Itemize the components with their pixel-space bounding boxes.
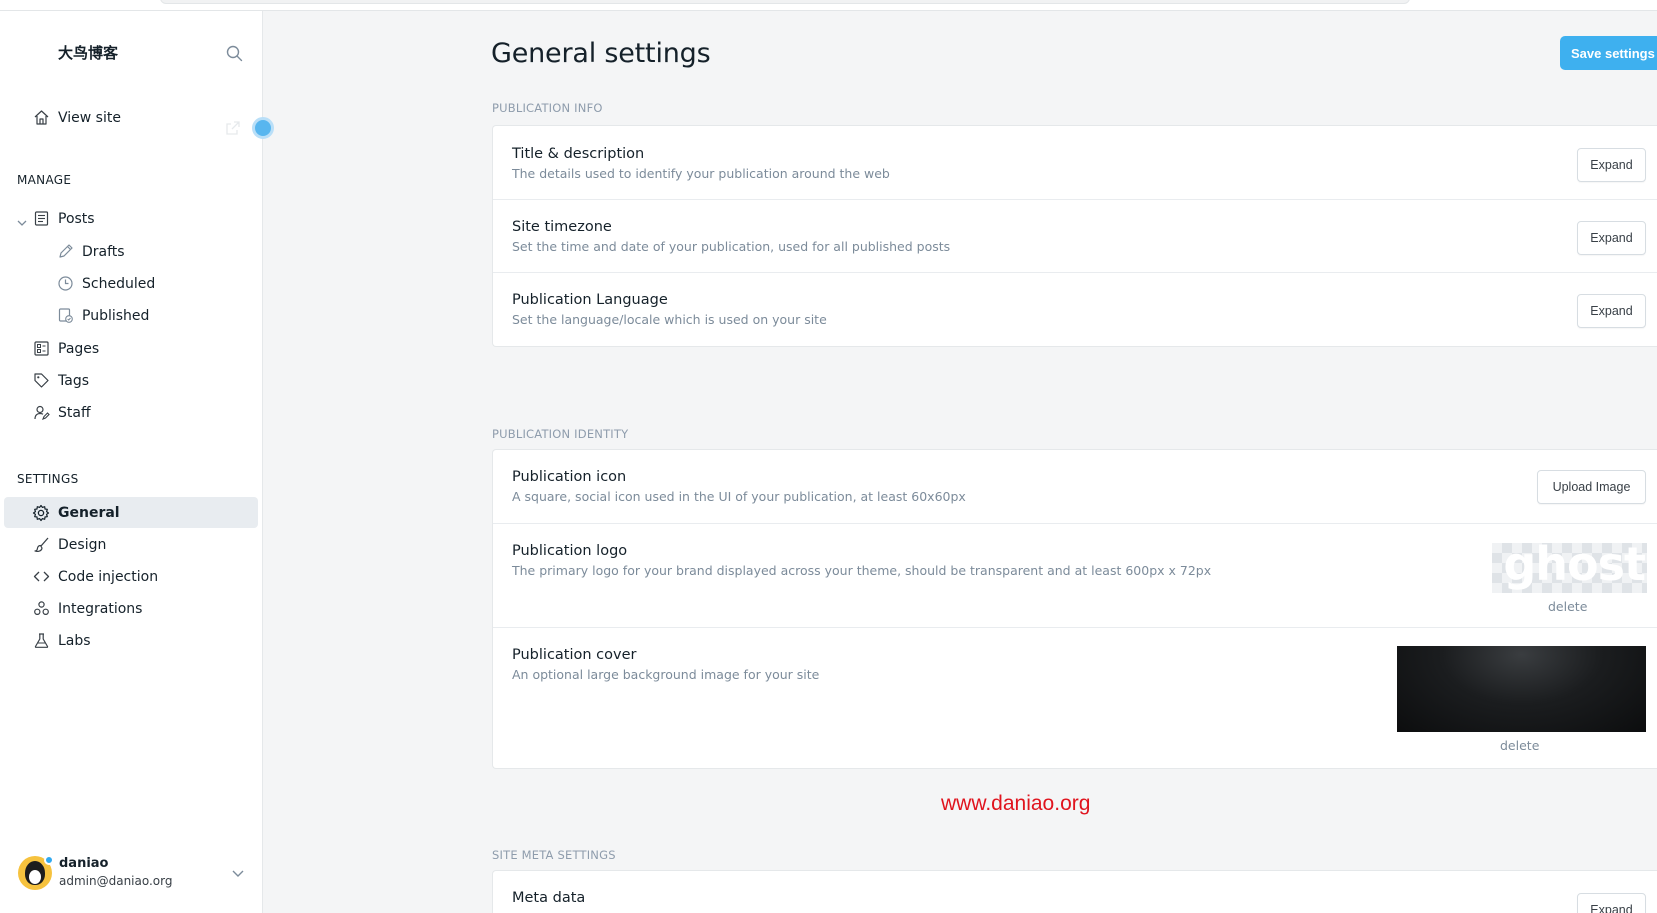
sidebar-item-drafts[interactable]: Drafts xyxy=(54,236,258,267)
notification-pulse-dot[interactable] xyxy=(252,117,274,139)
setting-title: Publication Language xyxy=(512,292,668,308)
browser-top-strip xyxy=(0,0,1657,11)
sidebar-item-general[interactable]: General xyxy=(4,497,258,528)
sidebar-item-label: Design xyxy=(58,536,107,553)
sidebar-item-label: Integrations xyxy=(58,600,143,617)
sidebar-item-label: Tags xyxy=(58,372,89,389)
sidebar-item-pages[interactable]: Pages xyxy=(30,333,250,364)
setting-row-title-description: Title & description The details used to … xyxy=(493,126,1657,199)
page-title: General settings xyxy=(491,38,711,69)
logo-text: ghost xyxy=(1503,543,1646,591)
setting-title: Site timezone xyxy=(512,219,612,235)
chevron-down-icon[interactable] xyxy=(15,216,29,230)
sidebar-item-label: Staff xyxy=(58,404,91,421)
address-bar-edge[interactable] xyxy=(160,0,1410,4)
setting-title: Publication cover xyxy=(512,647,637,663)
group-title-site-meta: SITE META SETTINGS xyxy=(492,848,616,862)
sidebar-item-label: Posts xyxy=(58,210,95,227)
setting-description: A square, social icon used in the UI of … xyxy=(512,489,966,504)
online-status xyxy=(18,855,54,890)
expand-button[interactable]: Expand xyxy=(1577,893,1646,913)
publication-cover-image[interactable] xyxy=(1397,646,1646,732)
user-name: daniao xyxy=(59,856,109,871)
setting-row-site-timezone: Site timezone Set the time and date of y… xyxy=(493,199,1657,272)
pencil-icon xyxy=(54,241,76,263)
manage-section-label: MANAGE xyxy=(17,173,72,187)
sidebar-item-design[interactable]: Design xyxy=(30,529,250,560)
sidebar-item-scheduled[interactable]: Scheduled xyxy=(54,268,258,299)
view-site-link[interactable]: View site xyxy=(30,102,230,133)
sidebar-item-label: Scheduled xyxy=(82,275,156,292)
sidebar-item-label: Published xyxy=(82,307,150,324)
expand-button[interactable]: Expand xyxy=(1577,221,1646,255)
group-title-publication-info: PUBLICATION INFO xyxy=(492,101,603,115)
save-settings-button[interactable]: Save settings xyxy=(1560,36,1657,70)
search-icon[interactable] xyxy=(222,41,246,65)
setting-description: An optional large background image for y… xyxy=(512,667,820,682)
site-brand[interactable]: 大鸟博客 xyxy=(58,42,118,63)
upload-image-button[interactable]: Upload Image xyxy=(1537,470,1646,504)
home-icon xyxy=(30,107,52,129)
setting-title: Publication icon xyxy=(512,469,627,485)
site-meta-card: Meta data Expand xyxy=(492,870,1657,913)
setting-row-publication-cover: Publication cover An optional large back… xyxy=(493,627,1657,770)
external-link-icon[interactable] xyxy=(225,120,241,136)
pages-icon xyxy=(30,338,52,360)
setting-description: The primary logo for your brand displaye… xyxy=(512,563,1212,578)
sidebar-item-tags[interactable]: Tags xyxy=(30,365,250,396)
setting-row-publication-logo: Publication logo The primary logo for yo… xyxy=(493,523,1657,627)
chevron-down-icon[interactable] xyxy=(230,865,246,881)
setting-description: Set the time and date of your publicatio… xyxy=(512,239,951,254)
sidebar-item-published[interactable]: Published xyxy=(54,300,258,331)
delete-logo-link[interactable]: delete xyxy=(1548,599,1587,614)
expand-button[interactable]: Expand xyxy=(1577,148,1646,182)
sidebar-item-label: Drafts xyxy=(82,243,125,260)
sidebar-item-staff[interactable]: Staff xyxy=(30,397,250,428)
sidebar-item-label: General xyxy=(58,504,120,521)
group-title-publication-identity: PUBLICATION IDENTITY xyxy=(492,427,629,441)
expand-button[interactable]: Expand xyxy=(1577,294,1646,328)
user-email: admin@daniao.org xyxy=(59,874,173,888)
user-menu[interactable]: daniao admin@daniao.org xyxy=(16,855,256,896)
code-icon xyxy=(30,566,52,588)
setting-row-publication-language: Publication Language Set the language/lo… xyxy=(493,272,1657,348)
setting-row-publication-icon: Publication icon A square, social icon u… xyxy=(493,450,1657,523)
staff-icon xyxy=(30,402,52,424)
setting-description: Set the language/locale which is used on… xyxy=(512,312,827,327)
setting-row-meta-data: Meta data Expand xyxy=(493,871,1657,913)
setting-description: The details used to identify your public… xyxy=(512,166,890,181)
sidebar-item-label: Code injection xyxy=(58,568,159,585)
published-icon xyxy=(54,305,76,327)
publication-identity-card: Publication icon A square, social icon u… xyxy=(492,449,1657,769)
setting-title: Publication logo xyxy=(512,543,628,559)
gear-icon xyxy=(30,502,52,524)
tag-icon xyxy=(30,370,52,392)
clock-icon xyxy=(54,273,76,295)
setting-title: Title & description xyxy=(512,146,645,162)
sidebar-item-labs[interactable]: Labs xyxy=(30,625,250,656)
integrations-icon xyxy=(30,598,52,620)
posts-icon xyxy=(30,208,52,230)
settings-section-label: SETTINGS xyxy=(17,472,79,486)
sidebar-item-code-injection[interactable]: Code injection xyxy=(30,561,250,592)
publication-info-card: Title & description The details used to … xyxy=(492,125,1657,347)
flask-icon xyxy=(30,630,52,652)
sidebar-item-posts[interactable]: Posts xyxy=(30,203,250,234)
sidebar-item-label: Pages xyxy=(58,340,100,357)
brush-icon xyxy=(30,534,52,556)
watermark-text: www.daniao.org xyxy=(941,792,1091,815)
sidebar: 大鸟博客 View site MANAGE Posts Drafts Sched… xyxy=(0,11,274,913)
view-site-label: View site xyxy=(58,109,121,126)
setting-title: Meta data xyxy=(512,890,586,906)
sidebar-item-integrations[interactable]: Integrations xyxy=(30,593,250,624)
delete-cover-link[interactable]: delete xyxy=(1500,738,1539,753)
sidebar-item-label: Labs xyxy=(58,632,91,649)
publication-logo-image[interactable]: ghost xyxy=(1492,543,1647,593)
